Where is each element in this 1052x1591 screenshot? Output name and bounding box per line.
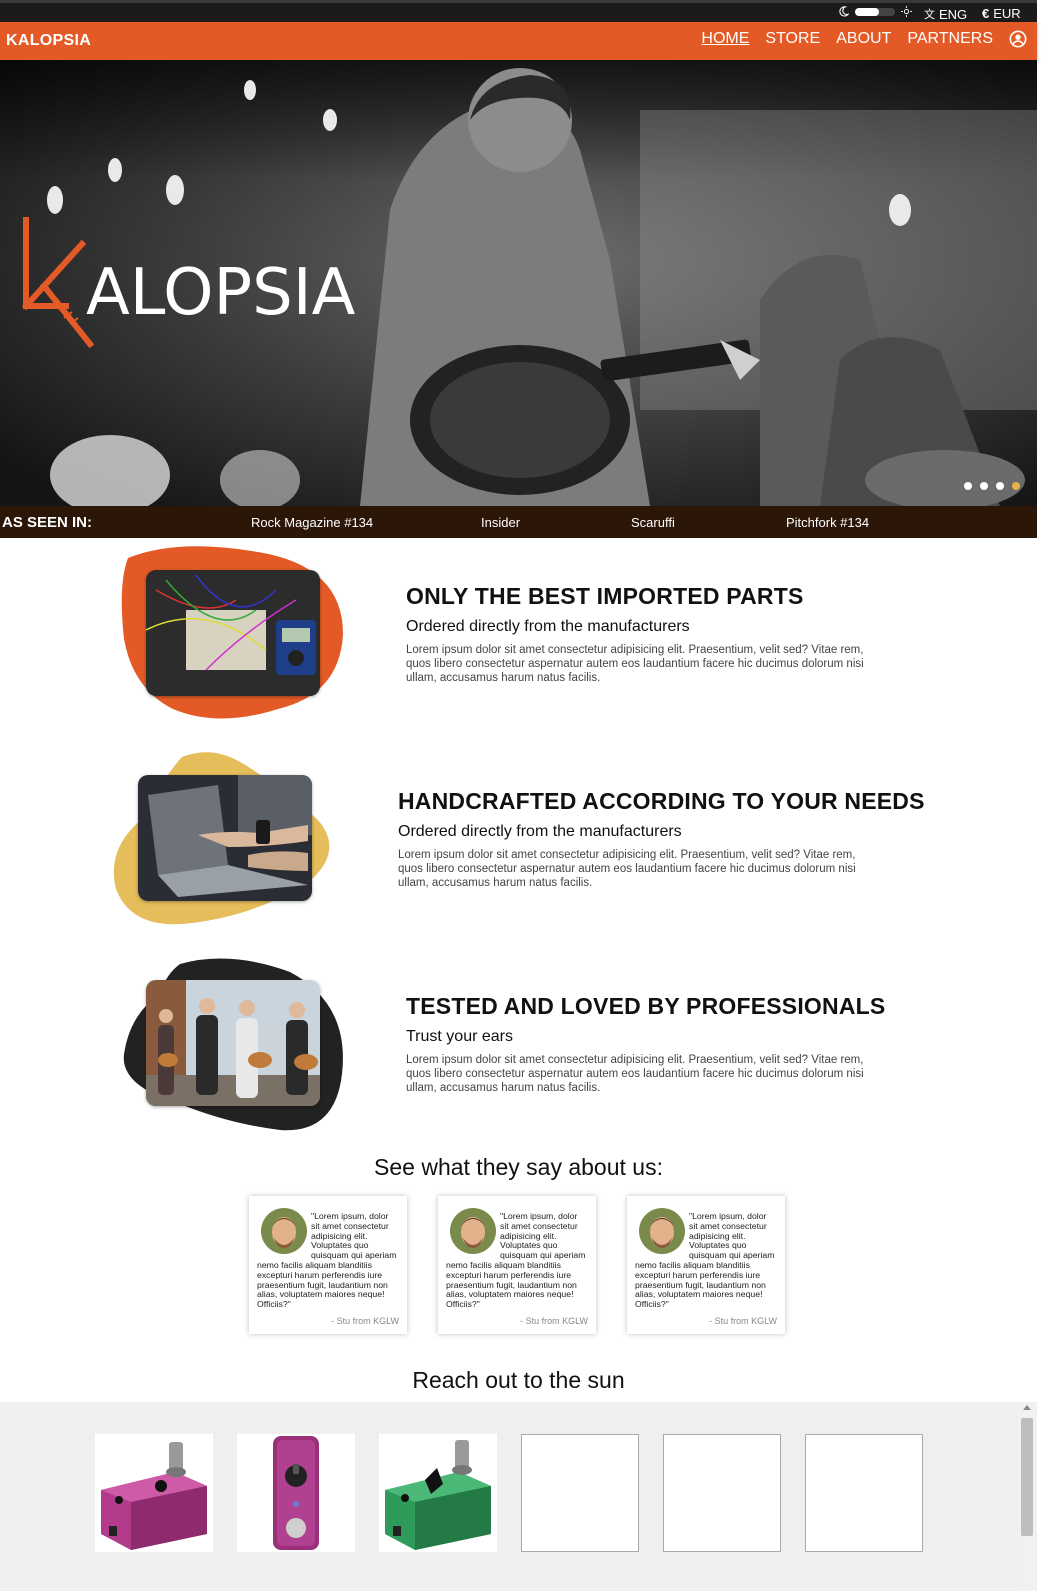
feature-subtitle: Ordered directly from the manufacturers bbox=[406, 618, 690, 635]
testimonial-author: - Stu from KGLW bbox=[709, 1316, 777, 1326]
feature-title: HANDCRAFTED ACCORDING TO YOUR NEEDS bbox=[398, 788, 925, 814]
currency-label: EUR bbox=[993, 6, 1021, 21]
scroll-up-arrow-icon[interactable] bbox=[1023, 1405, 1031, 1410]
nav-links: HOME STORE ABOUT PARTNERS bbox=[701, 30, 993, 48]
language-selector[interactable]: 文 ENG bbox=[924, 6, 967, 22]
testimonials-title: See what they say about us: bbox=[374, 1154, 663, 1180]
product-card-placeholder[interactable] bbox=[521, 1434, 639, 1552]
testimonial-quote: "Lorem ipsum, dolor sit amet consectetur… bbox=[257, 1211, 397, 1310]
sun-icon bbox=[901, 6, 912, 17]
pedal-green-icon bbox=[385, 1440, 491, 1550]
feature-body: Lorem ipsum dolor sit amet consectetur a… bbox=[406, 644, 864, 684]
press-item: Rock Magazine #134 bbox=[251, 515, 374, 530]
testimonial-quote: "Lorem ipsum, dolor sit amet consectetur… bbox=[635, 1211, 775, 1310]
theme-toggle[interactable] bbox=[838, 6, 912, 17]
feature-body: Lorem ipsum dolor sit amet consectetur a… bbox=[406, 1054, 864, 1094]
product-card[interactable] bbox=[237, 1434, 355, 1552]
band-photo bbox=[146, 980, 320, 1106]
hero-carousel[interactable]: ALOPSIA bbox=[0, 60, 1037, 506]
electronics-photo bbox=[146, 570, 320, 696]
euro-icon: € bbox=[982, 6, 990, 21]
feature-title: TESTED AND LOVED BY PROFESSIONALS bbox=[406, 993, 886, 1019]
translate-icon: 文 bbox=[924, 9, 935, 21]
product-card-placeholder[interactable] bbox=[663, 1434, 781, 1552]
testimonial-author: - Stu from KGLW bbox=[331, 1316, 399, 1326]
carousel-dot-3[interactable] bbox=[996, 482, 1004, 490]
language-label: ENG bbox=[939, 6, 968, 22]
feature-subtitle: Ordered directly from the manufacturers bbox=[398, 823, 682, 840]
nav-home[interactable]: HOME bbox=[701, 30, 749, 48]
testimonial-card: "Lorem ipsum, dolor sit amet consectetur… bbox=[438, 1196, 596, 1334]
product-card[interactable] bbox=[95, 1434, 213, 1552]
scrollbar-thumb[interactable] bbox=[1021, 1418, 1033, 1536]
svg-text:ALOPSIA: ALOPSIA bbox=[86, 256, 356, 330]
as-seen-in-label: AS SEEN IN: bbox=[2, 514, 93, 531]
kalopsia-hero-logo: ALOPSIA bbox=[21, 217, 356, 349]
currency-selector[interactable]: € EUR bbox=[982, 6, 1021, 21]
carousel-dot-2[interactable] bbox=[980, 482, 988, 490]
nav-store[interactable]: STORE bbox=[765, 30, 820, 48]
carousel-dots bbox=[964, 482, 1020, 490]
testimonial-card: "Lorem ipsum, dolor sit amet consectetur… bbox=[249, 1196, 407, 1334]
moon-icon bbox=[839, 6, 849, 17]
pedal-purple-upright-icon bbox=[273, 1436, 319, 1550]
utility-bar: 文 ENG € EUR bbox=[0, 0, 1037, 22]
nav-about[interactable]: ABOUT bbox=[836, 30, 891, 48]
feature-subtitle: Trust your ears bbox=[406, 1028, 513, 1045]
carousel-dot-4[interactable] bbox=[1012, 482, 1020, 490]
main-navbar: KALOPSIA HOME STORE ABOUT PARTNERS bbox=[0, 22, 1037, 60]
feature-tested: TESTED AND LOVED BY PROFESSIONALS Trust … bbox=[0, 950, 1037, 1131]
nav-partners[interactable]: PARTNERS bbox=[907, 30, 993, 48]
testimonial-card: "Lorem ipsum, dolor sit amet consectetur… bbox=[627, 1196, 785, 1334]
feature-imported-parts: ONLY THE BEST IMPORTED PARTS Ordered dir… bbox=[0, 540, 1037, 720]
theme-switch[interactable] bbox=[855, 7, 895, 16]
pedal-magenta-icon bbox=[101, 1442, 207, 1550]
feature-title: ONLY THE BEST IMPORTED PARTS bbox=[406, 583, 804, 609]
press-item: Insider bbox=[481, 515, 521, 530]
press-item: Pitchfork #134 bbox=[786, 515, 870, 530]
testimonial-author: - Stu from KGLW bbox=[520, 1316, 588, 1326]
products-title: Reach out to the sun bbox=[412, 1367, 625, 1393]
press-item: Scaruffi bbox=[631, 515, 675, 530]
feature-handcrafted: HANDCRAFTED ACCORDING TO YOUR NEEDS Orde… bbox=[0, 745, 1037, 925]
as-seen-in-bar: AS SEEN IN: Rock Magazine #134 Insider S… bbox=[0, 506, 1037, 538]
testimonial-quote: "Lorem ipsum, dolor sit amet consectetur… bbox=[446, 1211, 586, 1310]
laptop-photo bbox=[138, 775, 312, 901]
product-card[interactable] bbox=[379, 1434, 497, 1552]
user-account-icon[interactable] bbox=[1009, 30, 1027, 48]
brand-logo[interactable]: KALOPSIA bbox=[6, 32, 91, 50]
product-card-placeholder[interactable] bbox=[805, 1434, 923, 1552]
carousel-dot-1[interactable] bbox=[964, 482, 972, 490]
feature-body: Lorem ipsum dolor sit amet consectetur a… bbox=[398, 849, 856, 889]
